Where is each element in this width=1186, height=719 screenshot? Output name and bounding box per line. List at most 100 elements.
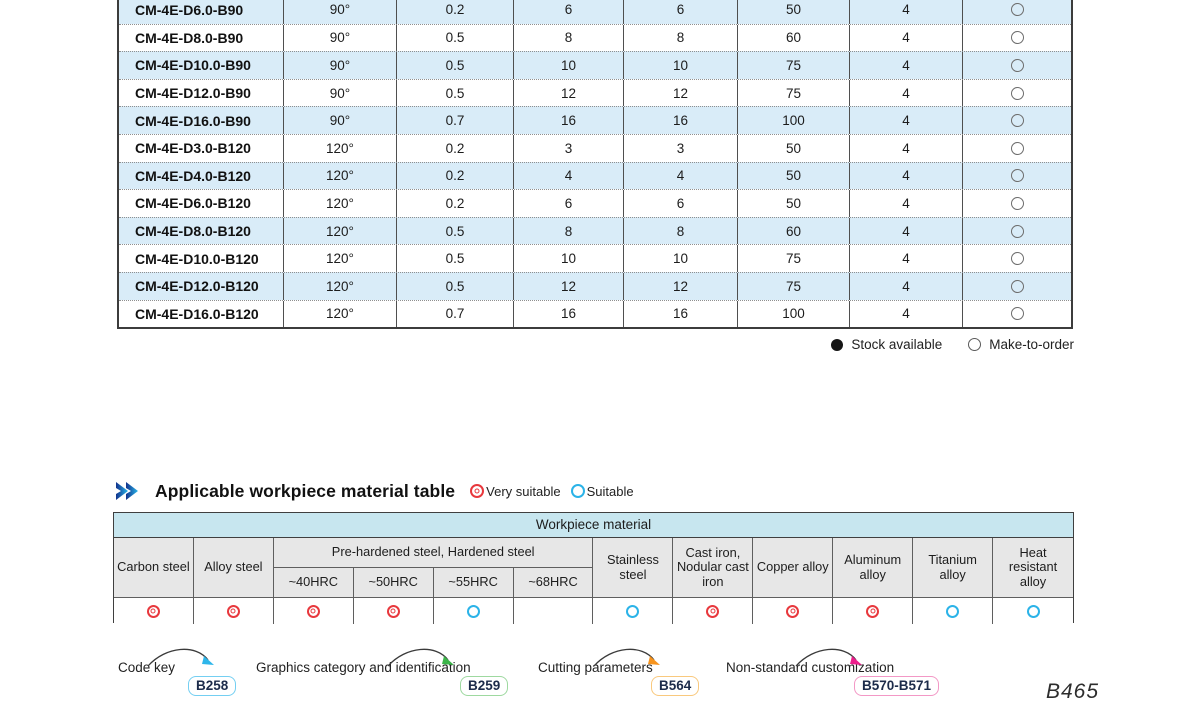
suitable-legend-item: Suitable bbox=[571, 484, 634, 499]
value-cell: 0.5 bbox=[397, 25, 514, 52]
value-cell: 16 bbox=[514, 107, 624, 134]
value-cell: 0.7 bbox=[397, 301, 514, 328]
catalog-row: CM-4E-D8.0-B120120°0.588604 bbox=[119, 217, 1071, 245]
value-cell: 4 bbox=[850, 273, 963, 300]
stock-cell bbox=[963, 273, 1071, 300]
page-reference-badge: B258 bbox=[188, 676, 236, 696]
column-header-titanium-alloy: Titanium alloy bbox=[913, 538, 993, 598]
column-header-55hrc: ~55HRC bbox=[434, 568, 514, 598]
value-cell: 0.7 bbox=[397, 107, 514, 134]
point-angle-cell: 90° bbox=[284, 52, 397, 79]
model-cell: CM-4E-D6.0-B120 bbox=[119, 190, 284, 217]
column-header-50hrc: ~50HRC bbox=[354, 568, 434, 598]
value-cell: 16 bbox=[514, 301, 624, 328]
very-suitable-legend-item: Very suitable bbox=[470, 484, 560, 499]
value-cell: 6 bbox=[514, 0, 624, 24]
workpiece-material-header: Workpiece material bbox=[114, 513, 1073, 538]
make-to-order-symbol bbox=[1011, 280, 1024, 293]
page-number: B465 bbox=[1046, 680, 1099, 704]
column-header-68hrc: ~68HRC bbox=[514, 568, 594, 598]
value-cell: 50 bbox=[738, 0, 850, 24]
value-cell: 0.5 bbox=[397, 218, 514, 245]
value-cell: 50 bbox=[738, 163, 850, 190]
value-cell: 10 bbox=[514, 245, 624, 272]
catalog-row: CM-4E-D6.0-B120120°0.266504 bbox=[119, 189, 1071, 217]
double-chevron-icon bbox=[116, 480, 146, 502]
catalog-row: CM-4E-D12.0-B120120°0.51212754 bbox=[119, 272, 1071, 300]
value-cell: 8 bbox=[514, 25, 624, 52]
make-to-order-symbol bbox=[1011, 197, 1024, 210]
value-cell: 4 bbox=[850, 218, 963, 245]
rating-cell bbox=[993, 598, 1073, 624]
material-section-title: Applicable workpiece material table bbox=[155, 481, 455, 502]
rating-cell bbox=[274, 598, 354, 624]
value-cell: 8 bbox=[624, 25, 738, 52]
value-cell: 4 bbox=[850, 80, 963, 107]
catalog-row: CM-4E-D8.0-B9090°0.588604 bbox=[119, 24, 1071, 52]
catalog-row: CM-4E-D3.0-B120120°0.233504 bbox=[119, 134, 1071, 162]
make-to-order-symbol bbox=[1011, 252, 1024, 265]
value-cell: 0.5 bbox=[397, 80, 514, 107]
value-cell: 12 bbox=[514, 273, 624, 300]
rating-cell bbox=[833, 598, 913, 624]
stock-legend: Stock available Make-to-order bbox=[831, 337, 1074, 352]
very-suitable-icon bbox=[147, 605, 160, 618]
model-cell: CM-4E-D16.0-B90 bbox=[119, 107, 284, 134]
stock-cell bbox=[963, 25, 1071, 52]
value-cell: 12 bbox=[624, 80, 738, 107]
curved-arrow-icon bbox=[792, 642, 872, 676]
catalog-row: CM-4E-D12.0-B9090°0.51212754 bbox=[119, 79, 1071, 107]
very-suitable-icon bbox=[866, 605, 879, 618]
make-to-order-symbol bbox=[1011, 114, 1024, 127]
point-angle-cell: 120° bbox=[284, 163, 397, 190]
very-suitable-label: Very suitable bbox=[486, 484, 560, 499]
value-cell: 6 bbox=[624, 0, 738, 24]
catalog-row: CM-4E-D6.0-B9090°0.266504 bbox=[119, 0, 1071, 24]
value-cell: 0.2 bbox=[397, 163, 514, 190]
value-cell: 100 bbox=[738, 107, 850, 134]
value-cell: 75 bbox=[738, 245, 850, 272]
point-angle-cell: 120° bbox=[284, 245, 397, 272]
model-cell: CM-4E-D10.0-B90 bbox=[119, 52, 284, 79]
catalog-row: CM-4E-D16.0-B9090°0.716161004 bbox=[119, 106, 1071, 134]
stock-cell bbox=[963, 135, 1071, 162]
make-to-order-symbol bbox=[1011, 307, 1024, 320]
make-to-order-label: Make-to-order bbox=[989, 337, 1074, 352]
column-header-carbon-steel: Carbon steel bbox=[114, 538, 194, 598]
value-cell: 12 bbox=[514, 80, 624, 107]
point-angle-cell: 90° bbox=[284, 80, 397, 107]
model-cell: CM-4E-D12.0-B120 bbox=[119, 273, 284, 300]
page-reference-badge: B259 bbox=[460, 676, 508, 696]
point-angle-cell: 120° bbox=[284, 218, 397, 245]
curved-arrow-icon bbox=[384, 642, 464, 676]
value-cell: 50 bbox=[738, 190, 850, 217]
suitability-legend: Very suitable Suitable bbox=[470, 484, 633, 499]
very-suitable-icon bbox=[786, 605, 799, 618]
make-to-order-symbol bbox=[1011, 142, 1024, 155]
catalog-table-body: CM-4E-D6.0-B9090°0.266504CM-4E-D8.0-B909… bbox=[119, 0, 1071, 327]
model-cell: CM-4E-D3.0-B120 bbox=[119, 135, 284, 162]
value-cell: 10 bbox=[624, 52, 738, 79]
suitable-icon bbox=[946, 605, 959, 618]
rating-cell bbox=[194, 598, 274, 624]
value-cell: 16 bbox=[624, 107, 738, 134]
value-cell: 0.2 bbox=[397, 0, 514, 24]
value-cell: 8 bbox=[514, 218, 624, 245]
model-cell: CM-4E-D16.0-B120 bbox=[119, 301, 284, 328]
model-cell: CM-4E-D8.0-B120 bbox=[119, 218, 284, 245]
column-header-cast-iron: Cast iron, Nodular cast iron bbox=[673, 538, 753, 598]
model-cell: CM-4E-D10.0-B120 bbox=[119, 245, 284, 272]
suitable-icon bbox=[571, 484, 585, 498]
value-cell: 6 bbox=[624, 190, 738, 217]
value-cell: 3 bbox=[514, 135, 624, 162]
workpiece-material-table: Workpiece material Carbon steel Alloy st… bbox=[113, 512, 1074, 623]
value-cell: 10 bbox=[624, 245, 738, 272]
column-header-heat-resistant-alloy: Heat resistant alloy bbox=[993, 538, 1073, 598]
point-angle-cell: 120° bbox=[284, 301, 397, 328]
value-cell: 4 bbox=[850, 52, 963, 79]
catalog-row: CM-4E-D16.0-B120120°0.716161004 bbox=[119, 300, 1071, 328]
make-to-order-symbol bbox=[1011, 225, 1024, 238]
value-cell: 75 bbox=[738, 273, 850, 300]
value-cell: 4 bbox=[850, 163, 963, 190]
column-header-copper-alloy: Copper alloy bbox=[753, 538, 833, 598]
